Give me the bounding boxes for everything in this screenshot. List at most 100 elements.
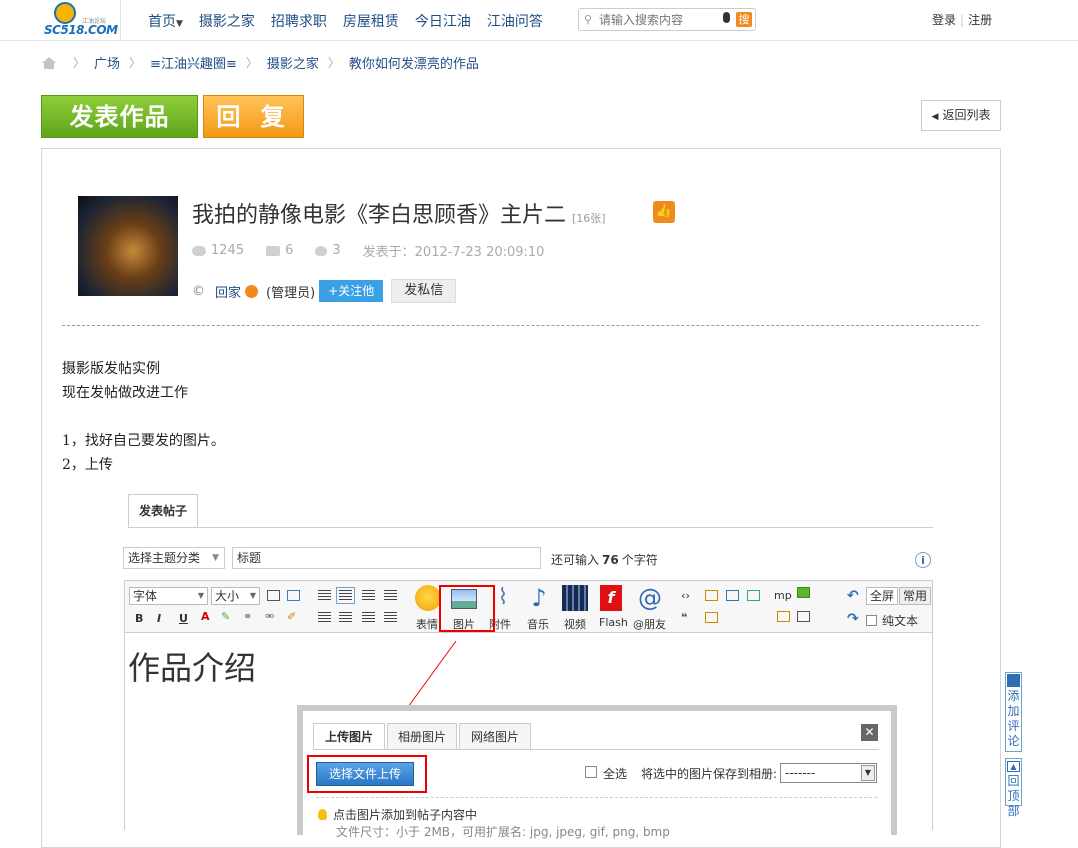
bold-icon: B (135, 612, 144, 625)
post-divider (62, 325, 979, 326)
site-logo[interactable]: 江油论坛 SC518.COM (40, 2, 118, 38)
spellcheck-icon: ✎ (221, 610, 231, 623)
back-to-top-button[interactable]: ▲ 回顶部 (1005, 758, 1022, 818)
page-icon (747, 590, 760, 601)
redo-icon: ↷ (847, 611, 859, 627)
body-line (62, 405, 225, 429)
album-select: ------- ▼ (780, 763, 877, 783)
eye-icon (192, 245, 206, 256)
info-icon: i (915, 552, 931, 568)
chevron-down-icon: ▼ (197, 591, 204, 600)
emoji-label: 表情 (416, 618, 438, 631)
search-icon: ⚲ (584, 13, 593, 26)
logo-text: SC518.COM (44, 23, 118, 37)
plaintext-checkbox (866, 615, 877, 626)
register-link[interactable]: 注册 (968, 13, 992, 27)
search-input[interactable] (597, 12, 721, 28)
follow-button[interactable]: +关注他 (319, 280, 384, 302)
select-all-checkbox (585, 766, 597, 778)
home-icon[interactable] (42, 56, 56, 69)
comments-stat: 6 (266, 243, 293, 258)
reply-button[interactable]: 回 复 (203, 95, 304, 138)
common-button: 常用 (899, 587, 932, 605)
auth-links: 登录 | 注册 (932, 11, 992, 28)
hide-icon (705, 590, 718, 601)
save-to-album-label: 将选中的图片保存到相册: (641, 767, 778, 781)
lightbulb-icon (318, 809, 327, 820)
close-icon: ✕ (861, 724, 878, 741)
heart-icon (315, 245, 328, 256)
body-line: 2，上传 (62, 457, 113, 473)
at-icon: @ (638, 584, 662, 612)
edit-icon (1007, 674, 1020, 687)
microphone-icon[interactable] (723, 12, 730, 23)
edit-icon (777, 611, 790, 622)
logo-emblem-icon (54, 2, 76, 24)
post-work-button[interactable]: 发表作品 (41, 95, 198, 138)
breadcrumb-item[interactable]: 广场 (94, 53, 120, 72)
float-left-icon (318, 612, 331, 623)
video-label: 视频 (564, 618, 586, 631)
tab-upload-image: 上传图片 (313, 723, 385, 750)
breadcrumb-item[interactable]: 摄影之家 (267, 53, 319, 72)
nav-qa[interactable]: 江油问答 (487, 11, 543, 31)
nav-today[interactable]: 今日江油 (415, 11, 471, 31)
fullscreen-button: 全屏 (866, 587, 899, 605)
login-link[interactable]: 登录 (932, 13, 956, 27)
unlink-icon: ⚮ (265, 610, 275, 623)
nav-jobs[interactable]: 招聘求职 (271, 11, 327, 31)
chevron-right-icon: 〉 (245, 56, 258, 70)
views-stat: 1245 (192, 243, 244, 258)
float-right-icon (339, 612, 352, 623)
tab-post-thread: 发表帖子 (128, 494, 198, 527)
nav-photography[interactable]: 摄影之家 (199, 11, 255, 31)
tab-web-image: 网络图片 (459, 723, 531, 750)
back-to-list-button[interactable]: ◀ 返回列表 (921, 100, 1001, 131)
nav-home[interactable]: 首页▼ (148, 11, 183, 31)
flash-label: Flash (599, 616, 628, 629)
chevron-down-icon: ▼ (249, 591, 256, 600)
comment-icon (266, 245, 281, 256)
align-center-icon (336, 587, 355, 604)
chevron-down-icon: ▼ (212, 553, 219, 563)
verified-badge-icon (245, 284, 259, 298)
title-field: 标题 (232, 547, 541, 569)
document-icon (797, 611, 810, 622)
mp-label: mp (774, 589, 792, 602)
char-remaining: 还可输入 76 个字符 (551, 553, 658, 567)
align-justify-icon (384, 590, 397, 601)
breadcrumb-item[interactable]: ≡江油兴趣圈≡ (150, 53, 237, 72)
music-icon: ♪ (531, 584, 547, 612)
align-right-icon (362, 590, 375, 601)
lock-icon (705, 612, 718, 623)
tab-album-image: 相册图片 (387, 723, 457, 750)
align-left-icon (318, 590, 331, 601)
chevron-down-icon: ▼ (861, 765, 875, 781)
post-body: 摄影版发帖实例 现在发帖做改进工作 1，找好自己要发的图片。 2，上传 (62, 357, 225, 477)
caret-down-icon: ▼ (176, 19, 183, 29)
copyright-icon: © (192, 283, 205, 299)
emoji-icon (415, 585, 441, 611)
author-name[interactable]: 回家 (215, 282, 241, 301)
editor-heading: 作品介绍 (128, 649, 257, 687)
underline-icon: U (179, 612, 188, 625)
nav-rent[interactable]: 房屋租赁 (343, 11, 399, 31)
author-avatar[interactable] (78, 196, 178, 296)
breadcrumb-item[interactable]: 教你如何发漂亮的作品 (349, 53, 479, 72)
body-line: 1，找好自己要发的图片。 (62, 433, 225, 449)
private-message-button[interactable]: 发私信 (391, 279, 457, 303)
flash-icon: f (600, 585, 622, 611)
italic-icon: I (157, 612, 162, 625)
auth-separator: | (960, 13, 965, 27)
search-button[interactable]: 搜 (736, 12, 752, 27)
thumbs-up-icon[interactable]: 👍 (653, 201, 675, 223)
font-select: 字体 ▼ (129, 587, 208, 605)
add-comment-button[interactable]: 添加评论 (1005, 672, 1022, 752)
editor-tab-bar: 发表帖子 (128, 494, 933, 528)
music-label: 音乐 (527, 618, 549, 631)
unordered-list-icon (384, 612, 397, 623)
body-line: 现在发帖做改进工作 (62, 385, 188, 401)
top-bar: 江油论坛 SC518.COM 首页▼ 摄影之家 招聘求职 房屋租赁 今日江油 江… (0, 0, 1078, 41)
dialog-hint: 点击图片添加到帖子内容中 (318, 806, 477, 823)
dialog-tab-line (313, 749, 879, 750)
